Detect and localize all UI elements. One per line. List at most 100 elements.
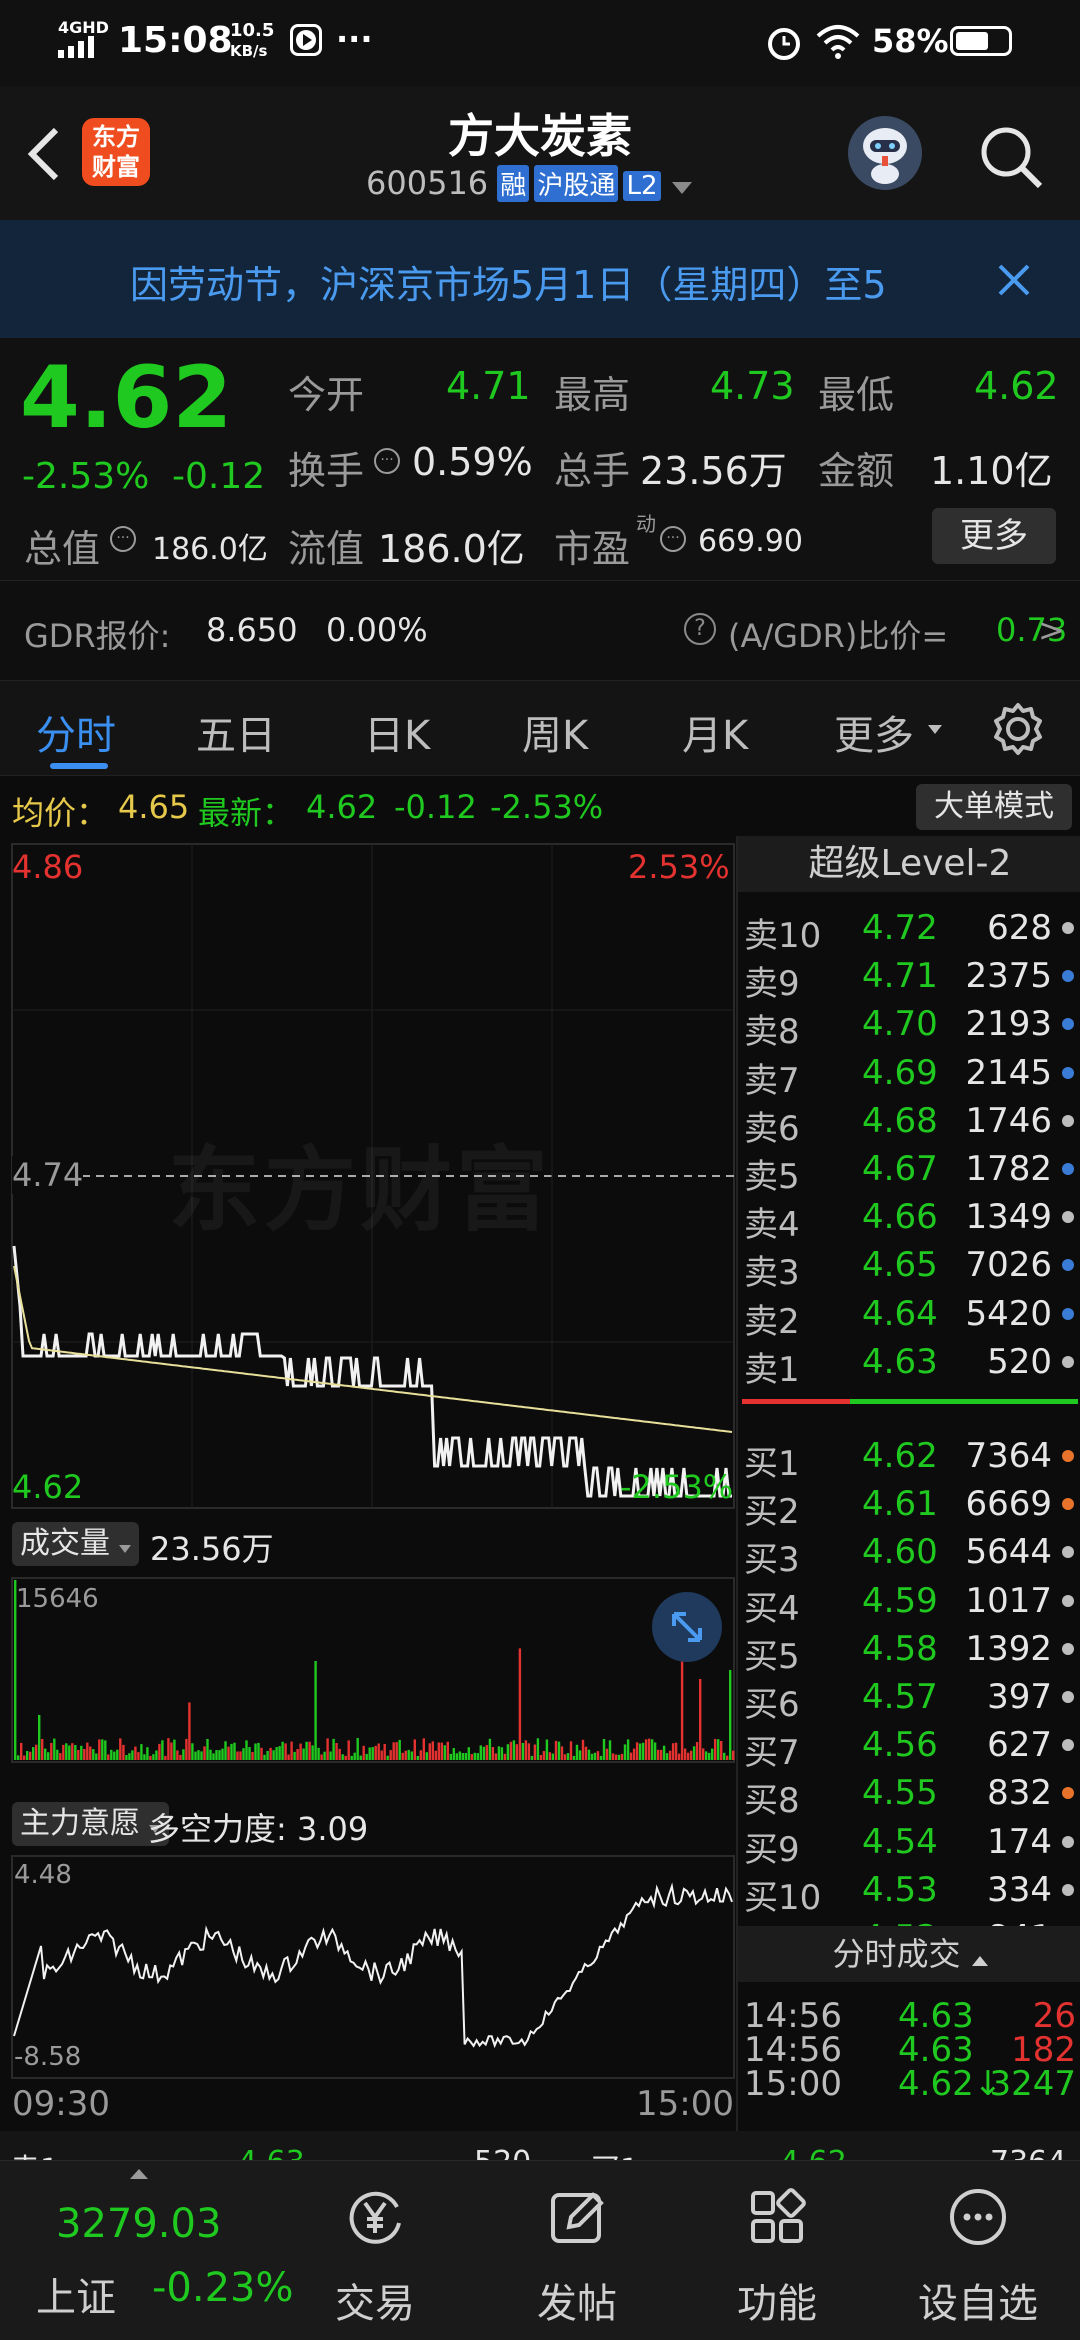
tab-weekly-k[interactable]: 周K: [522, 703, 588, 761]
volume-bar: [338, 1748, 341, 1760]
bid-price: 4.62: [862, 1436, 938, 1476]
notice-text: 因劳动节，沪深京市场5月1日（星期四）至5: [130, 263, 887, 304]
tab-daily-k[interactable]: 日K: [364, 703, 430, 761]
nav-trade[interactable]: 交易: [275, 2161, 475, 2340]
force-bottom: -8.58: [14, 2042, 82, 2072]
nav-functions[interactable]: 功能: [677, 2161, 877, 2340]
tab-more[interactable]: 更多: [834, 703, 914, 761]
bid-row[interactable]: 买10 4.53 334: [738, 1866, 1080, 1918]
volume-bar: [287, 1754, 290, 1760]
volume-bar: [290, 1741, 293, 1760]
search-icon[interactable]: [978, 124, 1048, 194]
yen-circle-icon: [349, 2191, 401, 2244]
volume-bar: [245, 1740, 248, 1760]
volume-bar: [605, 1748, 609, 1760]
volume-bar: [479, 1745, 482, 1760]
help-icon[interactable]: ?: [684, 613, 716, 645]
info-icon[interactable]: ···: [660, 526, 686, 552]
speed-unit: KB/s: [230, 42, 268, 60]
bid-level-label: 买11: [744, 1918, 821, 1926]
expand-icon[interactable]: [652, 1592, 722, 1662]
volume-bar: [452, 1748, 455, 1760]
bid-row[interactable]: 买2 4.61 6669: [738, 1480, 1080, 1532]
trades-title: 分时成交: [832, 1935, 961, 1973]
volume-bar: [302, 1748, 305, 1760]
volume-bar: [717, 1739, 720, 1760]
volume-bar: [62, 1744, 65, 1760]
volume-bar: [380, 1750, 383, 1760]
tab-5day[interactable]: 五日: [196, 703, 276, 761]
volume-bar: [545, 1739, 549, 1760]
bid-volume: 841: [987, 1918, 1052, 1926]
trade-volume: 3247: [989, 2064, 1076, 2104]
volume-bar: [347, 1740, 350, 1760]
big-order-mode-button[interactable]: 大单模式: [916, 784, 1072, 830]
gear-icon[interactable]: [990, 701, 1046, 757]
volume-bar: [71, 1743, 74, 1760]
bid-row[interactable]: 买5 4.58 1392: [738, 1625, 1080, 1677]
volume-bar: [530, 1755, 534, 1760]
intraday-chart-area[interactable]: 东方财富 4.86 2.53% 4.74 4.62 -2.53% 成交量 23.…: [0, 836, 736, 2131]
volume-bar: [77, 1750, 80, 1760]
volume-bar: [152, 1754, 155, 1760]
robot-avatar-icon[interactable]: [848, 116, 922, 190]
tab-intraday[interactable]: 分时: [36, 703, 116, 761]
holiday-notice[interactable]: 因劳动节，沪深京市场5月1日（星期四）至5: [0, 220, 1080, 338]
close-icon[interactable]: [994, 260, 1034, 300]
volume-bar: [584, 1746, 588, 1760]
time-end: 15:00: [636, 2084, 734, 2124]
latest-pct: -2.53%: [490, 788, 604, 826]
index-ticker[interactable]: 3279.03 上证 -0.23%: [0, 2161, 300, 2340]
indicator-dot: [1062, 1883, 1074, 1896]
tab-monthly-k[interactable]: 月K: [682, 703, 748, 761]
volume-bar: [263, 1754, 266, 1760]
volume-bar: [374, 1745, 377, 1760]
more-button[interactable]: 更多: [932, 508, 1056, 564]
y-axis-bottom: 4.62: [12, 1468, 84, 1506]
chevron-down-icon: [671, 182, 692, 194]
volume-bar: [689, 1750, 693, 1760]
bid-row[interactable]: 买11 4.52 841: [738, 1914, 1080, 1926]
indicator-dot: [1062, 1691, 1074, 1703]
nav-add-watchlist[interactable]: 设自选: [878, 2161, 1078, 2340]
bid-row[interactable]: 买6 4.57 397: [738, 1673, 1080, 1725]
volume-bar: [239, 1751, 242, 1760]
volume-bar: [32, 1747, 35, 1760]
volume-bar: [410, 1751, 413, 1760]
gdr-row[interactable]: GDR报价: 8.650 0.00% ? (A/GDR)比价= 0.73 >: [0, 580, 1080, 680]
volume-bar: [587, 1749, 591, 1760]
info-icon[interactable]: ···: [374, 448, 400, 474]
volume-bar: [407, 1749, 410, 1760]
active-tab-indicator: [50, 763, 108, 769]
nav-post[interactable]: 发帖: [477, 2161, 677, 2340]
bid-row[interactable]: 买4 4.59 1017: [738, 1577, 1080, 1629]
volume-bar: [293, 1751, 296, 1760]
volume-bar: [278, 1746, 281, 1760]
turnover-label: 换手: [288, 449, 365, 493]
bid-volume: 397: [987, 1677, 1052, 1717]
volume-bar: [179, 1754, 182, 1760]
bid-row[interactable]: 买7 4.56 627: [738, 1721, 1080, 1773]
info-icon[interactable]: ···: [110, 526, 136, 552]
volume-bar: [107, 1754, 110, 1760]
volume-bar: [26, 1751, 29, 1760]
trades-title-row[interactable]: 分时成交: [738, 1926, 1080, 1982]
volume-bar: [305, 1741, 308, 1760]
volume-bar: [50, 1743, 53, 1760]
volume-bar: [86, 1742, 89, 1760]
stock-code-row[interactable]: 600516 融 沪股通 L2: [366, 164, 726, 208]
force-selector[interactable]: 主力意愿: [12, 1802, 170, 1846]
force-strength: 多空力度: 3.09: [148, 1810, 369, 1848]
bid-row[interactable]: 买8 4.55 832: [738, 1769, 1080, 1821]
latest-label: 最新：: [198, 794, 295, 832]
volume-selector[interactable]: 成交量: [12, 1522, 140, 1566]
volume-bar: [101, 1739, 104, 1760]
volume-bar: [65, 1743, 68, 1760]
volume-bar: [560, 1746, 564, 1760]
bid-row[interactable]: 买9 4.54 174: [738, 1818, 1080, 1870]
bid-row[interactable]: 买1 4.62 7364: [738, 1432, 1080, 1484]
volume-bar: [104, 1740, 107, 1760]
volume-bar: [644, 1739, 648, 1760]
bid-row[interactable]: 买3 4.60 5644: [738, 1528, 1080, 1580]
volume-bar: [176, 1750, 179, 1760]
